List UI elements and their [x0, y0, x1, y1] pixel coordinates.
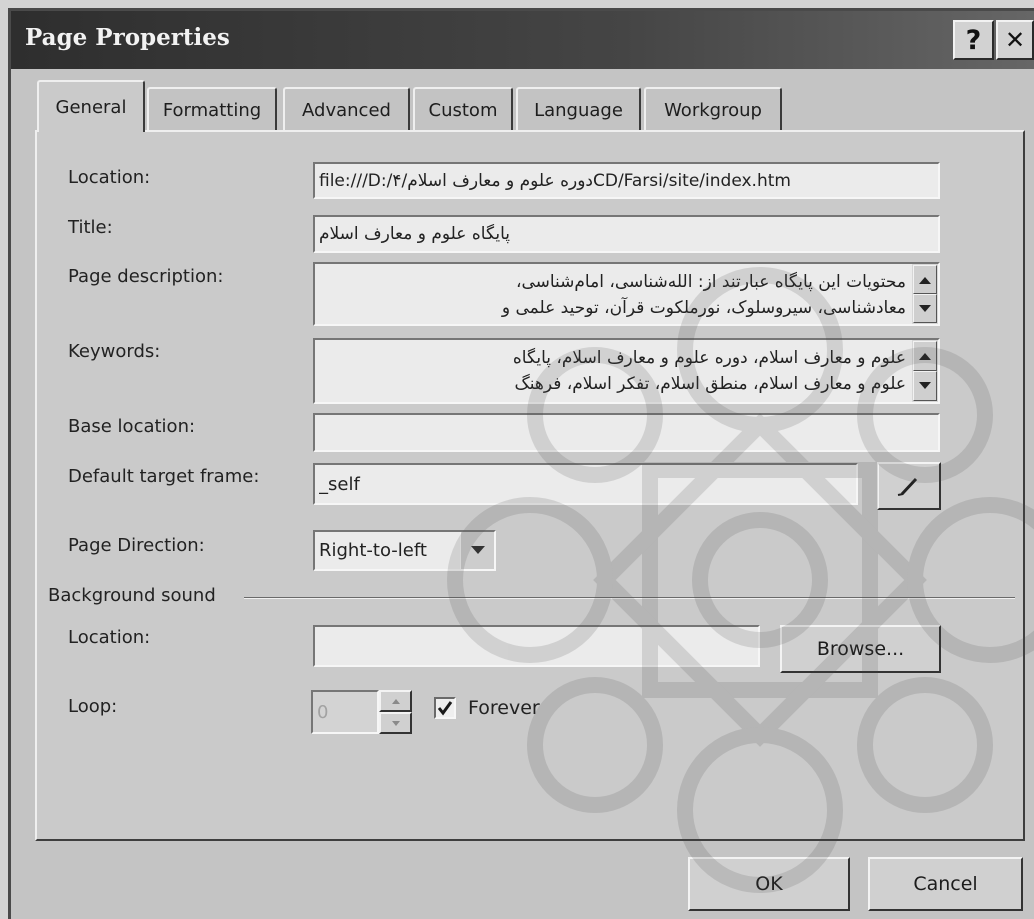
tab-label: Language: [534, 99, 623, 121]
close-button[interactable]: ✕: [996, 20, 1034, 60]
scroll-up-button[interactable]: [913, 341, 937, 371]
loop-count-input[interactable]: [311, 690, 379, 734]
location-field[interactable]: [313, 162, 940, 199]
tab-label: Workgroup: [664, 99, 762, 121]
page-description-line: معادشناسی، سیروسلوک، نورملکوت قرآن، توحی…: [501, 298, 906, 318]
checkmark-icon: [437, 701, 453, 716]
title-field[interactable]: [313, 215, 940, 253]
spin-up-icon: [391, 698, 400, 704]
scroll-up-icon: [919, 353, 931, 360]
default-target-frame-label: Default target frame:: [68, 466, 260, 487]
loop-label: Loop:: [68, 696, 118, 717]
chevron-down-icon: [470, 546, 485, 554]
pencil-icon: [897, 477, 918, 496]
page-description-line: محتویات این پایگاه عبارتند از: الله‌شناس…: [515, 272, 906, 292]
loop-spinner[interactable]: [379, 690, 412, 734]
cancel-button[interactable]: Cancel: [868, 857, 1023, 911]
spin-down-icon: [391, 720, 400, 726]
scroll-up-icon: [919, 276, 931, 284]
forever-label: Forever: [468, 697, 540, 719]
keywords-textarea[interactable]: علوم و معارف اسلام، دوره علوم و معارف اس…: [313, 338, 940, 404]
help-button[interactable]: ?: [953, 20, 994, 60]
tab-label: Custom: [428, 99, 498, 121]
scroll-down-icon: [919, 382, 931, 389]
tab-advanced[interactable]: Advanced: [283, 87, 410, 131]
keywords-scrollbar[interactable]: [912, 340, 938, 402]
forever-checkbox[interactable]: [434, 697, 456, 719]
tab-language[interactable]: Language: [516, 87, 641, 131]
keywords-line: علوم و معارف اسلام، منطق اسلام، تفکر اسل…: [514, 374, 906, 394]
screen: Page Properties ? ✕ General Formatting A…: [0, 0, 1034, 919]
tab-label: Advanced: [302, 99, 391, 121]
page-description-label: Page description:: [68, 266, 224, 287]
page-direction-label: Page Direction:: [68, 535, 205, 556]
tab-label: General: [55, 96, 127, 118]
background-sound-group-label: Background sound: [48, 585, 216, 606]
tab-custom[interactable]: Custom: [413, 87, 513, 131]
page-direction-select[interactable]: Right-to-left: [313, 530, 496, 571]
base-location-label: Base location:: [68, 416, 196, 437]
page-direction-dropdown-button[interactable]: [460, 532, 494, 569]
keywords-line: علوم و معارف اسلام، دوره علوم و معارف اس…: [512, 348, 906, 368]
scroll-down-button[interactable]: [913, 294, 937, 323]
cancel-button-label: Cancel: [913, 873, 978, 895]
location-label: Location:: [68, 167, 151, 188]
page-direction-value: Right-to-left: [319, 540, 427, 561]
tab-workgroup[interactable]: Workgroup: [644, 87, 782, 131]
keywords-label: Keywords:: [68, 341, 161, 362]
tab-general[interactable]: General: [37, 80, 145, 132]
sound-location-field[interactable]: [313, 625, 760, 667]
scroll-up-button[interactable]: [913, 265, 937, 294]
browse-button[interactable]: Browse...: [780, 625, 941, 673]
change-target-frame-button[interactable]: [877, 462, 941, 510]
browse-button-label: Browse...: [816, 638, 905, 660]
ok-button-label: OK: [755, 873, 783, 895]
sound-location-label: Location:: [68, 627, 151, 648]
dialog-title: Page Properties: [25, 24, 230, 51]
ok-button[interactable]: OK: [688, 857, 850, 911]
page-description-scrollbar[interactable]: [912, 264, 938, 324]
close-icon: ✕: [1004, 26, 1026, 54]
loop-decrement-button[interactable]: [379, 712, 412, 734]
scroll-down-icon: [919, 304, 931, 312]
default-target-frame-field[interactable]: [313, 463, 858, 505]
tab-label: Formatting: [162, 99, 262, 121]
group-divider: [244, 597, 1015, 599]
page-description-textarea[interactable]: محتویات این پایگاه عبارتند از: الله‌شناس…: [313, 262, 940, 326]
help-icon: ?: [965, 24, 982, 56]
loop-increment-button[interactable]: [379, 690, 412, 712]
title-label: Title:: [68, 217, 113, 238]
tab-formatting[interactable]: Formatting: [147, 87, 277, 131]
scroll-down-button[interactable]: [913, 371, 937, 401]
base-location-field[interactable]: [313, 413, 940, 452]
